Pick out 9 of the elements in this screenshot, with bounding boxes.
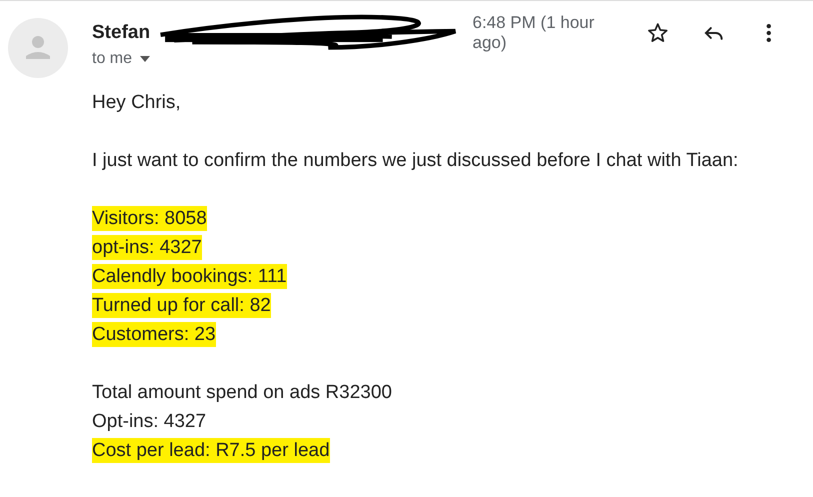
email-line: Total amount spend on ads R32300 (92, 381, 392, 405)
sender-name: Stefan (92, 22, 150, 44)
email-line: Hey Chris, (92, 91, 181, 115)
email-time: 6:48 PM (1 hour ago) (472, 13, 596, 53)
email-line: I just want to confirm the numbers we just discussed before I chat with Tiaan: (92, 149, 738, 173)
email-line: Opt-ins: 4327 (92, 410, 206, 434)
recipient-dropdown[interactable]: to me (92, 50, 150, 68)
avatar-icon (8, 18, 68, 78)
caret-icon (140, 56, 150, 62)
